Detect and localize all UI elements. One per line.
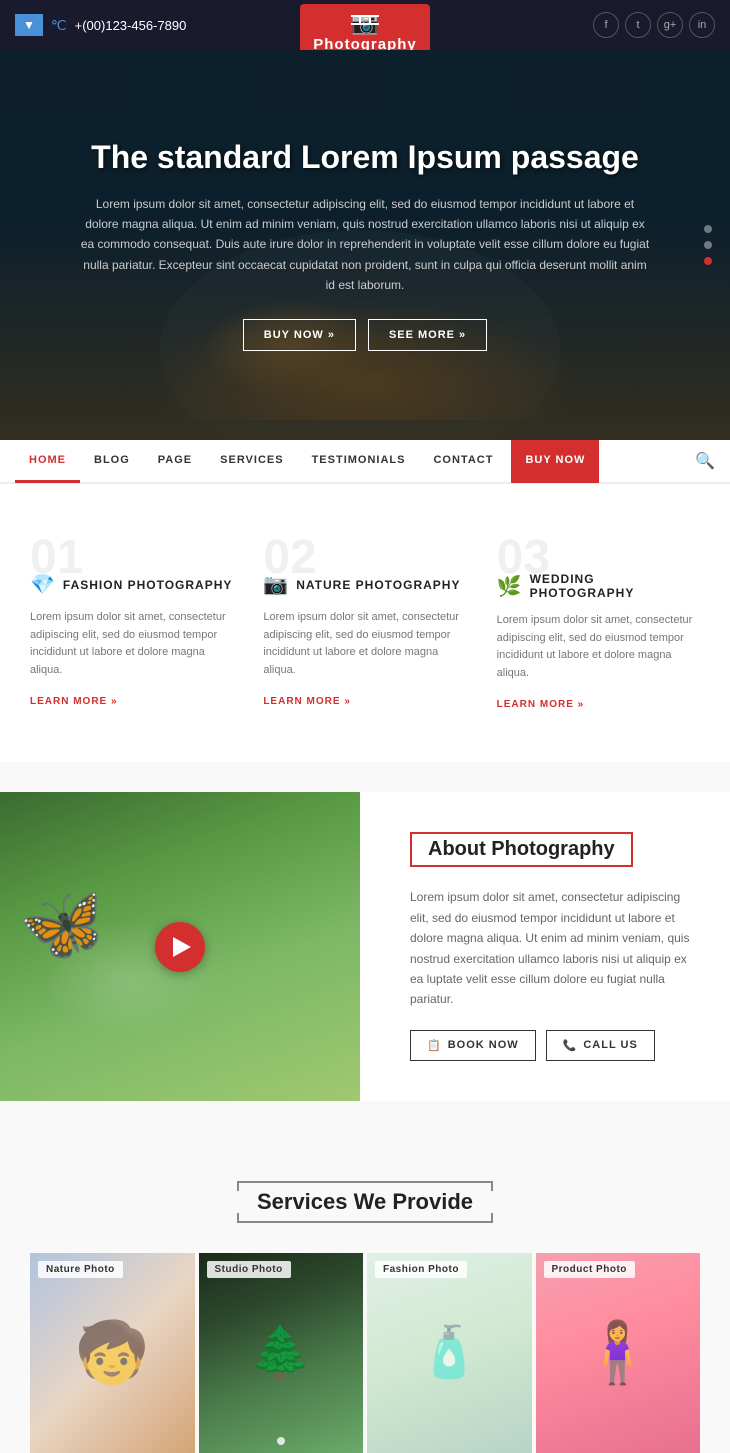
services-section: 01 💎 FASHION PHOTOGRAPHY Lorem ipsum dol…	[0, 484, 730, 762]
service-title-1: FASHION PHOTOGRAPHY	[63, 578, 232, 592]
nav-buy-now[interactable]: BUY NOW	[511, 439, 599, 483]
social-twitter[interactable]: t	[625, 12, 651, 38]
corner-bl	[237, 1213, 251, 1223]
photo-card-product[interactable]: 🧍‍♀️ Product Photo	[536, 1253, 701, 1453]
play-triangle-icon	[173, 937, 191, 957]
camera-red-icon: 📷	[263, 572, 288, 597]
phone-icon: ℃	[51, 17, 67, 34]
services-grid: 01 💎 FASHION PHOTOGRAPHY Lorem ipsum dol…	[30, 524, 700, 722]
photo-bg-product: 🧍‍♀️	[536, 1253, 701, 1453]
provide-title-wrap: Services We Provide	[30, 1181, 700, 1223]
nav-testimonials[interactable]: TESTIMONIALS	[298, 439, 420, 483]
learn-more-1[interactable]: LEARN MORE »	[30, 696, 118, 707]
book-icon: 📋	[427, 1039, 442, 1052]
photo-card-nature[interactable]: 🧒 Nature Photo	[30, 1253, 195, 1453]
hero-description: Lorem ipsum dolor sit amet, consectetur …	[80, 194, 650, 296]
photo-grid: 🧒 Nature Photo 🌲 Studio Photo 🧴 Fashion …	[30, 1253, 700, 1453]
call-us-button[interactable]: 📞 CALL US	[546, 1030, 655, 1061]
nav-items: HOME BLOG PAGE SERVICES TESTIMONIALS CON…	[15, 439, 695, 483]
photo-card-studio[interactable]: 🌲 Studio Photo	[199, 1253, 364, 1453]
nav-home[interactable]: HOME	[15, 439, 80, 483]
navigation: HOME BLOG PAGE SERVICES TESTIMONIALS CON…	[0, 440, 730, 484]
service-card-fashion: 01 💎 FASHION PHOTOGRAPHY Lorem ipsum dol…	[30, 524, 233, 722]
about-title-wrap: About Photography	[410, 832, 690, 867]
social-linkedin[interactable]: in	[689, 12, 715, 38]
hero-buttons: BUY NOW » SEE MORE »	[80, 319, 650, 351]
nav-contact[interactable]: CONTACT	[419, 439, 507, 483]
about-content: About Photography Lorem ipsum dolor sit …	[360, 792, 730, 1100]
service-card-nature: 02 📷 NATURE PHOTOGRAPHY Lorem ipsum dolo…	[263, 524, 466, 722]
see-more-button[interactable]: SEE MORE »	[368, 319, 487, 351]
top-bar: ▼ ℃ +(00)123-456-7890 📷 Photography f t …	[0, 0, 730, 50]
child-figure: 🧒	[75, 1317, 150, 1388]
book-now-button[interactable]: 📋 BOOK NOW	[410, 1030, 536, 1061]
leaf-icon: 🌿	[497, 574, 522, 599]
photo-label-fashion: Fashion Photo	[375, 1261, 467, 1278]
photo-bg-nature: 🧒	[30, 1253, 195, 1453]
model-figure: 🧍‍♀️	[580, 1317, 655, 1388]
service-card-wedding: 03 🌿 WEDDING PHOTOGRAPHY Lorem ipsum dol…	[497, 524, 700, 722]
diamond-icon: 💎	[30, 572, 55, 597]
hero-content: The standard Lorem Ipsum passage Lorem i…	[0, 139, 730, 352]
section-divider-1	[0, 762, 730, 792]
bottle-figure: 🧴	[418, 1323, 480, 1382]
about-buttons: 📋 BOOK NOW 📞 CALL US	[410, 1030, 690, 1061]
buy-now-button[interactable]: BUY NOW »	[243, 319, 356, 351]
photo-label-product: Product Photo	[544, 1261, 635, 1278]
search-icon[interactable]: 🔍	[695, 451, 715, 471]
about-description: Lorem ipsum dolor sit amet, consectetur …	[410, 887, 690, 1009]
photo-card-fashion[interactable]: 🧴 Fashion Photo	[367, 1253, 532, 1453]
top-bar-left: ▼ ℃ +(00)123-456-7890	[15, 14, 186, 36]
learn-more-2[interactable]: LEARN MORE »	[263, 696, 351, 707]
about-image: 🦋	[0, 792, 360, 1100]
section-divider-2	[0, 1101, 730, 1131]
nav-services[interactable]: SERVICES	[206, 439, 297, 483]
hero-title: The standard Lorem Ipsum passage	[80, 139, 650, 176]
logo-bracket-right	[351, 15, 371, 25]
provide-title-text: Services We Provide	[237, 1181, 493, 1223]
photo-label-nature: Nature Photo	[38, 1261, 123, 1278]
service-title-2: NATURE PHOTOGRAPHY	[296, 578, 460, 592]
service-desc-3: Lorem ipsum dolor sit amet, consectetur …	[497, 612, 700, 682]
service-desc-2: Lorem ipsum dolor sit amet, consectetur …	[263, 609, 466, 679]
language-selector[interactable]: ▼	[15, 14, 43, 36]
nav-page[interactable]: PAGE	[144, 439, 206, 483]
about-title: About Photography	[410, 832, 633, 867]
social-googleplus[interactable]: g+	[657, 12, 683, 38]
provide-title-inner: Services We Provide	[237, 1181, 493, 1223]
about-image-inner: 🦋	[0, 792, 360, 1100]
photo-bg-studio: 🌲	[199, 1253, 364, 1453]
card-dot	[277, 1437, 285, 1445]
corner-tl	[237, 1181, 251, 1191]
service-title-3: WEDDING PHOTOGRAPHY	[530, 572, 700, 600]
social-icons: f t g+ in	[593, 12, 715, 38]
call-icon: 📞	[563, 1039, 578, 1052]
service-desc-1: Lorem ipsum dolor sit amet, consectetur …	[30, 609, 233, 679]
photo-label-studio: Studio Photo	[207, 1261, 291, 1278]
corner-br	[479, 1213, 493, 1223]
social-facebook[interactable]: f	[593, 12, 619, 38]
butterfly-icon: 🦋	[14, 878, 114, 974]
photo-bg-fashion: 🧴	[367, 1253, 532, 1453]
play-button[interactable]	[155, 922, 205, 972]
phone-number: +(00)123-456-7890	[75, 18, 187, 33]
corner-tr	[479, 1181, 493, 1191]
learn-more-3[interactable]: LEARN MORE »	[497, 699, 585, 710]
nav-blog[interactable]: BLOG	[80, 439, 144, 483]
about-section: 🦋 About Photography Lorem ipsum dolor si…	[0, 792, 730, 1100]
tree-figure: 🌲	[250, 1323, 312, 1382]
hero-section: The standard Lorem Ipsum passage Lorem i…	[0, 50, 730, 440]
provide-section: Services We Provide 🧒 Nature Photo 🌲 Stu…	[0, 1131, 730, 1453]
